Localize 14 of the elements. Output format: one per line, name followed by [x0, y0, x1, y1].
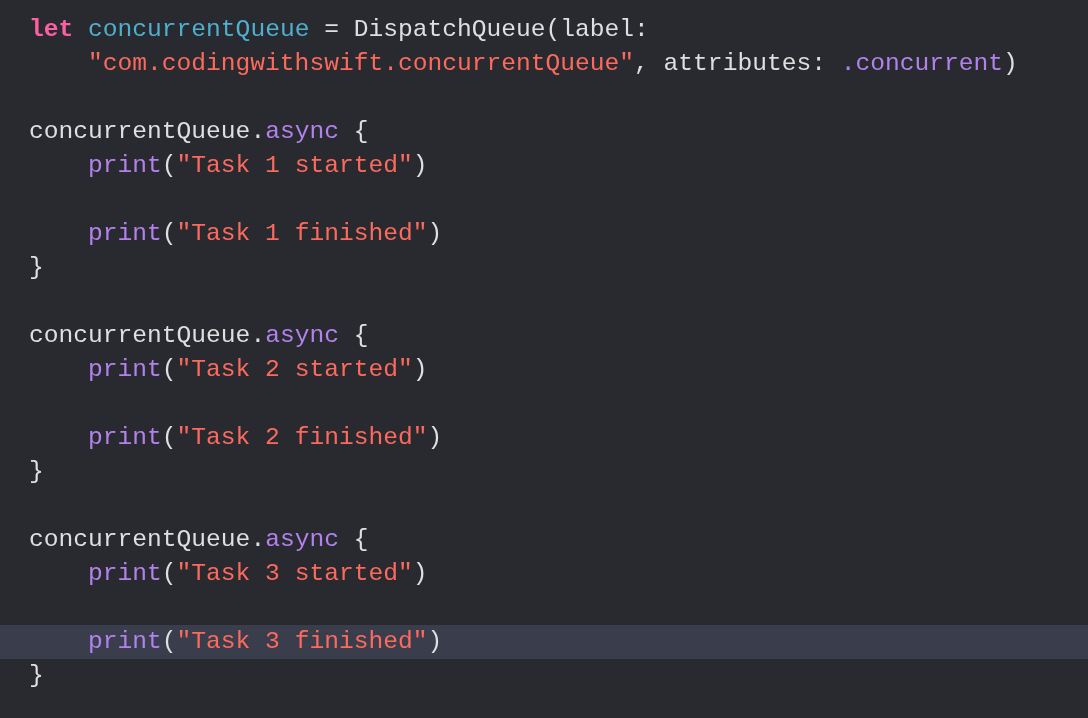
code-line: print("Task 1 started") [88, 151, 428, 181]
code-line: print("Task 3 finished") [88, 627, 443, 657]
code-line: concurrentQueue.async { [29, 117, 369, 147]
code-line: print("Task 2 finished") [88, 423, 443, 453]
code-line: concurrentQueue.async { [29, 525, 369, 555]
code-line: let concurrentQueue = DispatchQueue(label: [29, 15, 649, 45]
code-line: } [29, 661, 44, 691]
code-line: print("Task 2 started") [88, 355, 428, 385]
code-line: } [29, 253, 44, 283]
code-line: print("Task 1 finished") [88, 219, 443, 249]
code-line: print("Task 3 started") [88, 559, 428, 589]
code-line: concurrentQueue.async { [29, 321, 369, 351]
code-line: "com.codingwithswift.concurrentQueue", attributes: .concurrent) [88, 49, 1018, 79]
code-line: } [29, 457, 44, 487]
